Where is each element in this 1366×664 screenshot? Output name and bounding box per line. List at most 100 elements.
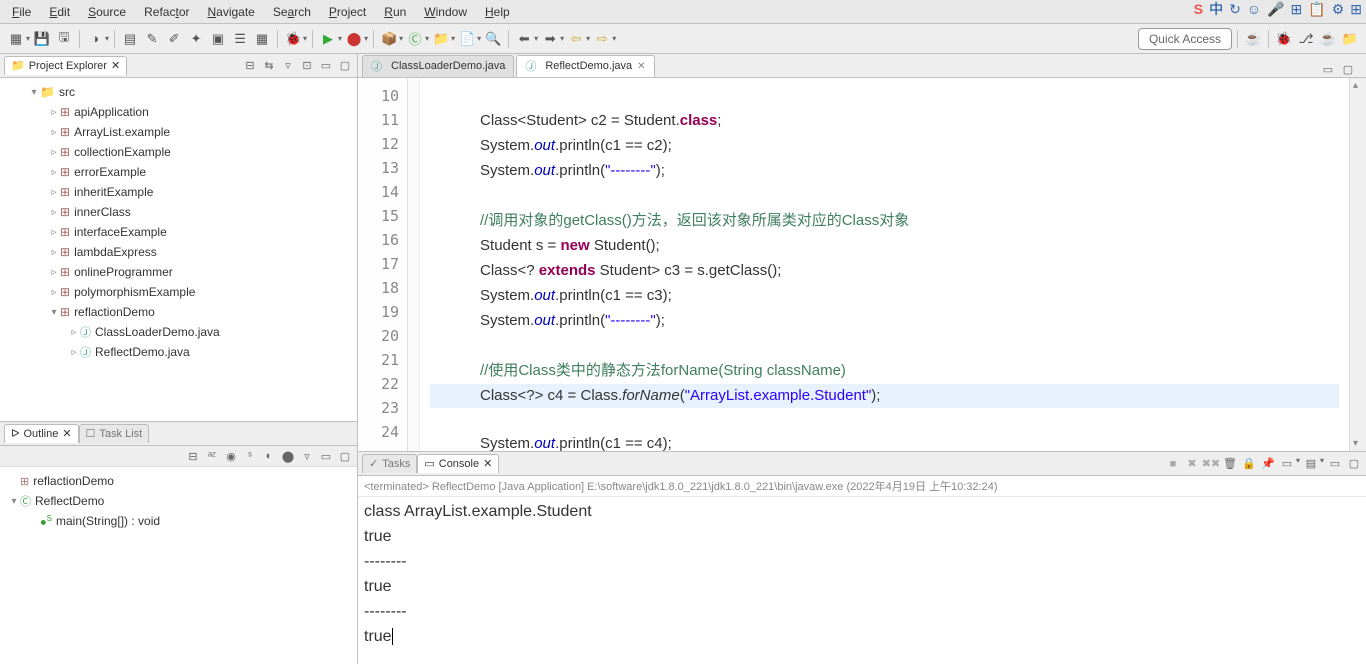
- box-icon[interactable]: ▣: [208, 29, 228, 49]
- outline-method[interactable]: ●Smain(String[]) : void: [2, 511, 355, 531]
- editor-max-icon[interactable]: ▢: [1340, 61, 1356, 77]
- close-tab-icon[interactable]: ✕: [637, 61, 645, 72]
- outline-min-icon[interactable]: ▭: [318, 448, 334, 464]
- build-icon[interactable]: ◑: [85, 29, 105, 49]
- debug-icon[interactable]: 🐞: [283, 29, 303, 49]
- save-icon[interactable]: 💾: [32, 29, 52, 49]
- focus-icon[interactable]: ⊡: [299, 58, 315, 74]
- tree-package[interactable]: ▹⊞polymorphismExample: [2, 282, 355, 302]
- new-package-icon[interactable]: 📦: [379, 29, 399, 49]
- tree-package[interactable]: ▹⊞inheritExample: [2, 182, 355, 202]
- perspective-java-icon[interactable]: ☕: [1243, 29, 1263, 49]
- outline-package[interactable]: ⊞reflactionDemo: [2, 471, 355, 491]
- console-output[interactable]: class ArrayList.example.Student true ---…: [358, 497, 1366, 664]
- explorer-header: 📁 Project Explorer ✕ ⊟ ⇆ ▿ ⊡ ▭ ▢: [0, 54, 357, 78]
- menu-run[interactable]: Run: [376, 3, 414, 21]
- perspective-debug-icon[interactable]: 🐞: [1274, 29, 1294, 49]
- perspective-resource-icon[interactable]: ☕: [1318, 29, 1338, 49]
- menu-project[interactable]: Project: [321, 3, 374, 21]
- tasklist-tab[interactable]: ☐ Task List: [79, 424, 150, 443]
- view-menu-icon[interactable]: ▿: [280, 58, 296, 74]
- list-icon[interactable]: ☰: [230, 29, 250, 49]
- perspective-other-icon[interactable]: 📁: [1340, 29, 1360, 49]
- outline-tab[interactable]: ᐅ Outline ✕: [4, 424, 79, 443]
- run-external-icon[interactable]: ⬤: [344, 29, 364, 49]
- new-icon[interactable]: ▦: [6, 29, 26, 49]
- minimize-icon[interactable]: ▭: [318, 58, 334, 74]
- menu-edit[interactable]: Edit: [41, 3, 78, 21]
- tree-src[interactable]: ▾📁src: [2, 82, 355, 102]
- console-tab[interactable]: ▭ Console ✕: [417, 454, 499, 473]
- hide-local-icon[interactable]: ⬤: [280, 448, 296, 464]
- hide-static-icon[interactable]: ˢ: [242, 448, 258, 464]
- tree-package[interactable]: ▹⊞onlineProgrammer: [2, 262, 355, 282]
- display-selected-icon[interactable]: ▭: [1279, 456, 1295, 472]
- back-icon[interactable]: ⇦: [566, 29, 586, 49]
- tasks-tab[interactable]: ✓ Tasks: [362, 454, 417, 473]
- menu-help[interactable]: Help: [477, 3, 518, 21]
- pin-console-icon[interactable]: 📌: [1260, 456, 1276, 472]
- tree-package[interactable]: ▹⊞ArrayList.example: [2, 122, 355, 142]
- outline-menu-icon[interactable]: ▿: [299, 448, 315, 464]
- tree-package[interactable]: ▹⊞lambdaExpress: [2, 242, 355, 262]
- menu-file[interactable]: FFileile: [4, 3, 39, 21]
- console-max-icon[interactable]: ▢: [1346, 456, 1362, 472]
- explorer-tab[interactable]: 📁 Project Explorer ✕: [4, 56, 127, 75]
- new-file-icon[interactable]: 📄: [457, 29, 477, 49]
- star-icon[interactable]: ✦: [186, 29, 206, 49]
- link-editor-icon[interactable]: ⇆: [261, 58, 277, 74]
- editor-min-icon[interactable]: ▭: [1320, 61, 1336, 77]
- run-icon[interactable]: ▶: [318, 29, 338, 49]
- remove-launch-icon[interactable]: ✖: [1184, 456, 1200, 472]
- menu-source[interactable]: Source: [80, 3, 134, 21]
- line-gutter: 10 11 12 13 14 15 16 17 18 19 20 21 22 2…: [358, 78, 408, 451]
- forward-icon[interactable]: ⇨: [592, 29, 612, 49]
- brush-icon[interactable]: ✐: [164, 29, 184, 49]
- outline-class[interactable]: ▾ⒸReflectDemo: [2, 491, 355, 511]
- quick-access-field[interactable]: Quick Access: [1138, 28, 1232, 50]
- remove-all-icon[interactable]: ✖✖: [1203, 456, 1219, 472]
- hide-nonpublic-icon[interactable]: ◐: [261, 448, 277, 464]
- filter-icon[interactable]: ᵃᶻ: [204, 448, 220, 464]
- main-menu-bar: FFileile Edit Source Refactor Navigate S…: [0, 0, 1366, 24]
- editor-scrollbar[interactable]: [1349, 78, 1366, 451]
- code-area[interactable]: Class<Student> c2 = Student.class; Syste…: [420, 78, 1349, 451]
- menu-search[interactable]: Search: [265, 3, 319, 21]
- hide-fields-icon[interactable]: ◉: [223, 448, 239, 464]
- tree-file[interactable]: ▹ⒿReflectDemo.java: [2, 342, 355, 362]
- save-all-icon[interactable]: 🖫: [54, 29, 74, 49]
- menu-refactor[interactable]: Refactor: [136, 3, 197, 21]
- console-min-icon[interactable]: ▭: [1327, 456, 1343, 472]
- clear-console-icon[interactable]: 🗑: [1222, 456, 1238, 472]
- console-status: <terminated> ReflectDemo [Java Applicati…: [358, 476, 1366, 497]
- sort-icon[interactable]: ⊟: [185, 448, 201, 464]
- tree-package-open[interactable]: ▾⊞reflactionDemo: [2, 302, 355, 322]
- tree-package[interactable]: ▹⊞innerClass: [2, 202, 355, 222]
- toggle-icon[interactable]: ▤: [120, 29, 140, 49]
- search-icon[interactable]: 🔍: [483, 29, 503, 49]
- tree-package[interactable]: ▹⊞collectionExample: [2, 142, 355, 162]
- grid-icon[interactable]: ▦: [252, 29, 272, 49]
- next-annotation-icon[interactable]: ➡: [540, 29, 560, 49]
- new-class-icon[interactable]: Ⓒ: [405, 29, 425, 49]
- outline-max-icon[interactable]: ▢: [337, 448, 353, 464]
- tree-package[interactable]: ▹⊞errorExample: [2, 162, 355, 182]
- tree-file[interactable]: ▹ⒿClassLoaderDemo.java: [2, 322, 355, 342]
- editor-tab-inactive[interactable]: ⒿClassLoaderDemo.java: [362, 55, 514, 77]
- prev-annotation-icon[interactable]: ⬅: [514, 29, 534, 49]
- perspective-git-icon[interactable]: ⎇: [1296, 29, 1316, 49]
- terminate-icon[interactable]: ■: [1165, 456, 1181, 472]
- open-console-icon[interactable]: ▤: [1303, 456, 1319, 472]
- maximize-icon[interactable]: ▢: [337, 58, 353, 74]
- tree-package[interactable]: ▹⊞apiApplication: [2, 102, 355, 122]
- menu-navigate[interactable]: Navigate: [199, 3, 262, 21]
- wand-icon[interactable]: ✎: [142, 29, 162, 49]
- new-folder-icon[interactable]: 📁: [431, 29, 451, 49]
- menu-window[interactable]: Window: [416, 3, 475, 21]
- collapse-all-icon[interactable]: ⊟: [242, 58, 258, 74]
- editor-tab-active[interactable]: ⒿReflectDemo.java✕: [516, 55, 654, 77]
- tree-package[interactable]: ▹⊞interfaceExample: [2, 222, 355, 242]
- code-editor[interactable]: 10 11 12 13 14 15 16 17 18 19 20 21 22 2…: [358, 78, 1366, 451]
- scroll-lock-icon[interactable]: 🔒: [1241, 456, 1257, 472]
- fold-bar[interactable]: [408, 78, 420, 451]
